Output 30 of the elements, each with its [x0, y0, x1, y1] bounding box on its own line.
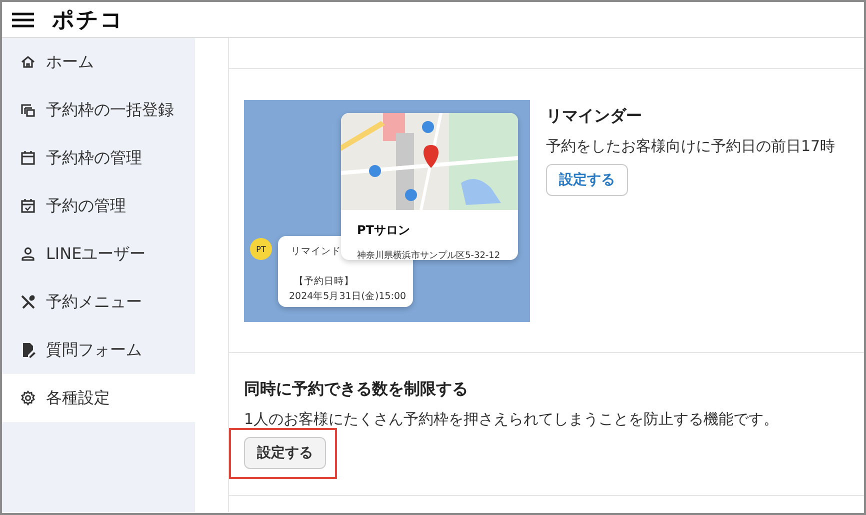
person-icon: [20, 246, 36, 262]
sidebar-item[interactable]: 各種設定: [2, 374, 195, 422]
section-description: 予約をしたお客様向けに予約日の前日17時: [546, 137, 836, 156]
menu-icon[interactable]: [12, 12, 34, 28]
message-line: 2024年5月31日(金)15:00: [289, 290, 406, 304]
place-name: PTサロン: [357, 222, 411, 239]
sidebar-item[interactable]: LINEユーザー: [2, 230, 195, 278]
setup-button[interactable]: 設定する: [546, 164, 628, 196]
section-title: リマインダー: [546, 106, 643, 127]
calendar-check-icon: [20, 198, 36, 214]
place-address: 神奈川県横浜市サンプル区5-32-12: [357, 249, 502, 260]
app-logo: ポチコ: [52, 6, 124, 34]
sidebar-item[interactable]: 予約の管理: [2, 182, 195, 230]
gear-icon: [20, 390, 36, 406]
setup-button[interactable]: 設定する: [244, 437, 326, 469]
sidebar-item[interactable]: 予約枠の一括登録: [2, 86, 195, 134]
avatar: PT: [250, 238, 272, 260]
sidebar-item[interactable]: 予約枠の管理: [2, 134, 195, 182]
message-line: 【予約日時】: [294, 275, 354, 289]
sidebar-item[interactable]: ホーム: [2, 38, 195, 86]
utensils-icon: [20, 294, 36, 310]
sidebar-item[interactable]: 予約メニュー: [2, 278, 195, 326]
copy-icon: [20, 102, 36, 118]
calendar-icon: [20, 150, 36, 166]
message-line: リマインド: [291, 245, 341, 259]
form-icon: [20, 342, 36, 358]
home-icon: [20, 54, 36, 70]
sidebar-item[interactable]: 質問フォーム: [2, 326, 195, 374]
section-title: 同時に予約できる数を制限する: [244, 379, 469, 400]
section-description: 1人のお客様にたくさん予約枠を押さえられてしまうことを防止する機能です。: [244, 410, 780, 429]
